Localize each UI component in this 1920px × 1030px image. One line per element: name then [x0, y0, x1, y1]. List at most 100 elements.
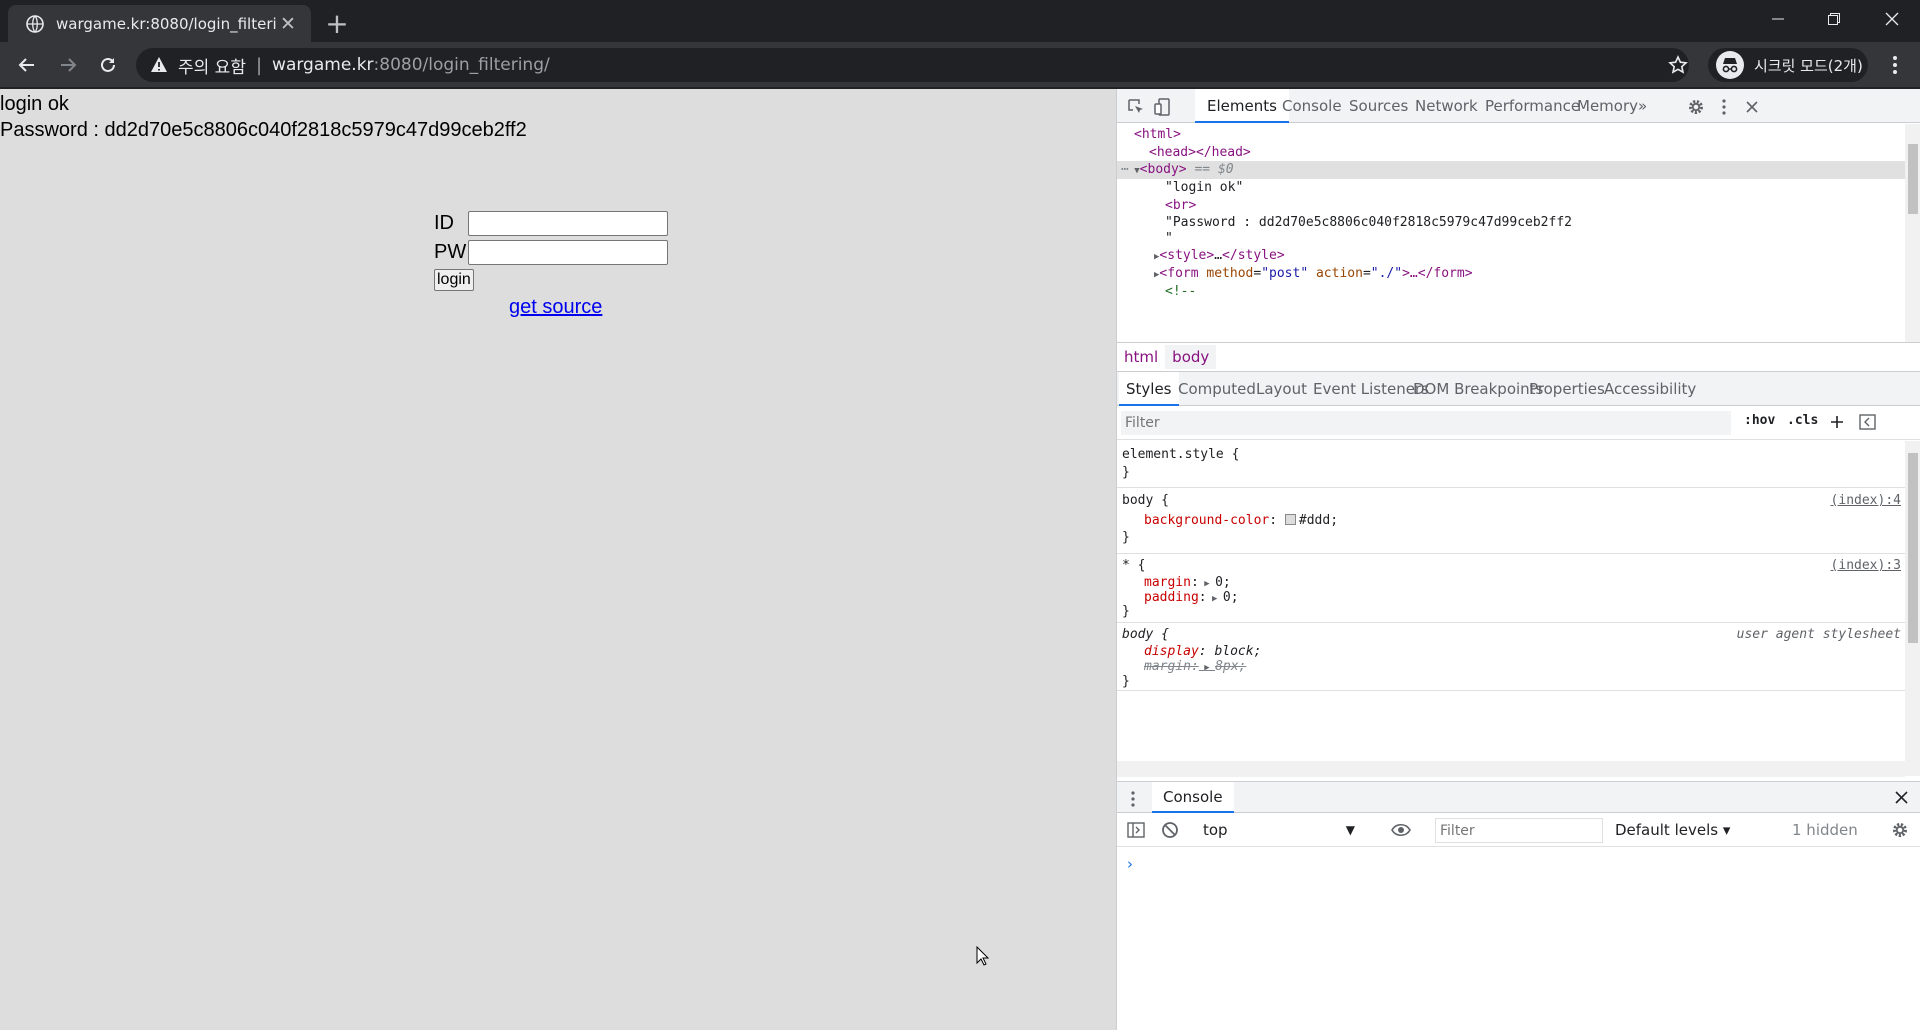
more-tabs-button[interactable]: » — [1626, 89, 1659, 123]
dom-node-style[interactable]: ▶<style>…</style> — [1117, 247, 1905, 265]
devtools-menu-button[interactable] — [1713, 96, 1735, 118]
context-value: top — [1203, 821, 1228, 839]
rule-property[interactable]: background-color: #ddd; — [1144, 512, 1338, 530]
rule-source-link[interactable]: (index):3 — [1831, 557, 1901, 575]
dropdown-arrow-icon: ▼ — [1345, 823, 1355, 837]
device-toolbar-button[interactable] — [1152, 96, 1174, 118]
incognito-badge[interactable]: 시크릿 모드(2개) — [1708, 48, 1868, 82]
scrollbar-thumb[interactable] — [1908, 144, 1918, 214]
sidebar-toggle-icon[interactable] — [1127, 822, 1145, 838]
pw-row: PW — [434, 238, 684, 267]
window-close-button[interactable] — [1864, 0, 1920, 38]
back-button[interactable] — [11, 49, 43, 81]
browser-tab[interactable]: wargame.kr:8080/login_filtering/ ✕ — [8, 5, 311, 42]
reload-button[interactable] — [92, 49, 124, 81]
back-arrow-icon — [18, 58, 34, 72]
dom-node-head[interactable]: <head></head> — [1117, 144, 1905, 162]
settings-button[interactable] — [1685, 96, 1707, 118]
login-status-text: login ok — [0, 93, 69, 115]
id-row: ID — [434, 209, 684, 238]
rule-selector: body { — [1122, 493, 1169, 508]
hover-state-button[interactable]: :hov — [1744, 413, 1775, 428]
dom-text-quote[interactable]: " — [1117, 230, 1905, 248]
restore-icon — [1828, 13, 1840, 25]
breadcrumb-body[interactable]: body — [1165, 345, 1217, 369]
id-input[interactable] — [468, 211, 668, 236]
tab-layout[interactable]: Layout — [1249, 372, 1314, 406]
forward-arrow-icon — [61, 58, 77, 72]
dom-node-body[interactable]: ⋯ ▼<body> == $0 — [1117, 161, 1905, 179]
url-host: wargame.kr — [272, 55, 374, 75]
browser-menu-button[interactable] — [1880, 50, 1910, 80]
rule-body-index4[interactable]: body { (index):4 background-color: #ddd;… — [1117, 488, 1905, 554]
pw-input[interactable] — [468, 240, 668, 265]
dom-node-br[interactable]: <br> — [1117, 197, 1905, 215]
device-icon — [1154, 98, 1170, 116]
title-bar: wargame.kr:8080/login_filtering/ ✕ + — [0, 0, 1920, 42]
close-icon[interactable] — [1895, 791, 1908, 804]
console-filter-input[interactable] — [1435, 818, 1603, 843]
new-tab-button[interactable]: + — [323, 10, 351, 38]
minimize-button[interactable] — [1750, 0, 1806, 38]
rule-element-style[interactable]: element.style { } — [1117, 441, 1905, 488]
styles-tabbar: Styles Computed Layout Event Listeners D… — [1117, 372, 1920, 406]
drawer-tab-console[interactable]: Console — [1152, 782, 1234, 813]
gear-icon[interactable] — [1891, 821, 1909, 839]
rule-source-link[interactable]: (index):4 — [1831, 492, 1901, 510]
eye-icon[interactable] — [1391, 823, 1411, 837]
color-swatch[interactable] — [1284, 514, 1296, 525]
styles-filter-input[interactable] — [1121, 411, 1731, 435]
tab-accessibility[interactable]: Accessibility — [1597, 372, 1703, 406]
clear-console-icon[interactable] — [1161, 821, 1179, 839]
tab-styles[interactable]: Styles — [1119, 372, 1179, 406]
address-bar[interactable]: 주의 요함 | wargame.kr:8080/login_filtering/ — [136, 48, 1689, 82]
close-icon — [1885, 12, 1899, 26]
more-vert-icon — [1893, 56, 1897, 74]
devtools-close-button[interactable] — [1741, 96, 1763, 118]
close-icon — [1746, 101, 1758, 113]
globe-icon — [26, 14, 44, 33]
minimize-icon — [1772, 18, 1784, 20]
scrollbar-thumb[interactable] — [1908, 453, 1918, 643]
console-prompt[interactable]: › — [1127, 855, 1133, 873]
forward-button[interactable] — [52, 49, 84, 81]
rule-selector: element.style { — [1122, 447, 1240, 462]
rule-close: } — [1122, 465, 1130, 480]
log-levels-dropdown[interactable]: Default levels ▾ — [1615, 821, 1730, 839]
class-toggle-button[interactable]: .cls — [1787, 413, 1818, 428]
drawer-menu-icon[interactable] — [1131, 791, 1135, 807]
rule-selector: body { — [1122, 627, 1169, 642]
dom-tree: <html> <head></head> ⋯ ▼<body> == $0 "lo… — [1117, 124, 1920, 342]
rule-close: } — [1122, 674, 1130, 689]
incognito-icon — [1716, 51, 1744, 79]
rule-close: } — [1122, 530, 1130, 545]
tab-close-icon[interactable]: ✕ — [277, 13, 299, 35]
inspect-element-button[interactable] — [1125, 96, 1147, 118]
dom-node-form[interactable]: ▶<form method="post" action="./">…</form… — [1117, 265, 1905, 283]
devtools-tabbar: Elements Console Sources Network Perform… — [1117, 89, 1920, 123]
get-source-link[interactable]: get source — [509, 296, 602, 319]
security-label[interactable]: 주의 요함 — [178, 53, 246, 78]
login-button[interactable]: login — [434, 269, 474, 291]
password-text: Password : dd2d70e5c8806c040f2818c5979c4… — [0, 119, 527, 141]
dom-node-html[interactable]: <html> — [1117, 126, 1905, 144]
rule-property[interactable]: padding: ▶ 0; — [1144, 589, 1239, 607]
rule-body-user-agent[interactable]: body { user agent stylesheet display: bl… — [1117, 623, 1905, 691]
rule-property-overridden[interactable]: margin: ▶ 8px; — [1144, 658, 1246, 676]
styles-filter-bar: :hov .cls — [1117, 406, 1920, 440]
rule-universal-index3[interactable]: * { (index):3 margin: ▶ 0; padding: ▶ 0;… — [1117, 554, 1905, 623]
context-select[interactable]: top ▼ — [1201, 819, 1361, 841]
styles-scrollbar[interactable] — [1905, 441, 1920, 776]
bookmark-star-button[interactable] — [1663, 50, 1693, 80]
horizontal-scrollbar[interactable] — [1117, 761, 1905, 777]
restore-button[interactable] — [1806, 0, 1862, 38]
dom-text-login[interactable]: "login ok" — [1117, 179, 1905, 197]
breadcrumb-html[interactable]: html — [1117, 345, 1165, 369]
browser-toolbar: 주의 요함 | wargame.kr:8080/login_filtering/… — [0, 42, 1920, 88]
dom-comment[interactable]: <!-- — [1117, 283, 1905, 301]
star-icon — [1668, 55, 1688, 74]
toggle-sidebar-icon[interactable] — [1859, 414, 1876, 430]
add-rule-icon[interactable] — [1829, 414, 1845, 430]
dom-scrollbar[interactable] — [1905, 124, 1920, 342]
mouse-cursor-icon — [976, 946, 990, 966]
